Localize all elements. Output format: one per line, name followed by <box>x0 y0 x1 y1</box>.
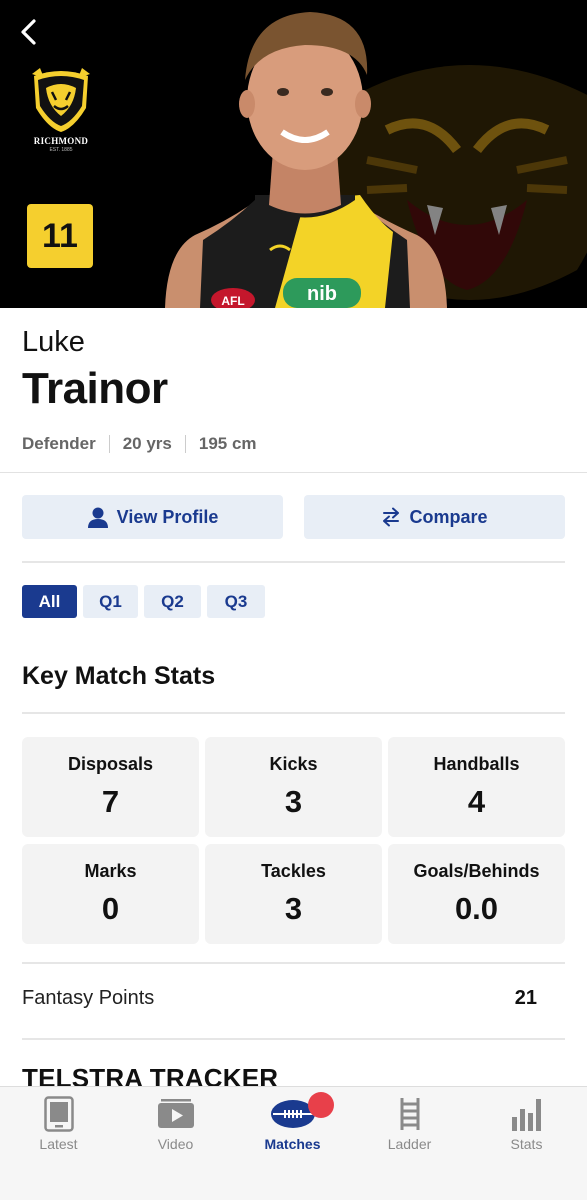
tab-all[interactable]: All <box>22 585 77 618</box>
player-meta: Defender 20 yrs 195 cm <box>22 434 257 454</box>
tablet-icon <box>43 1096 74 1132</box>
nav-label: Latest <box>39 1136 78 1152</box>
bar-chart-icon <box>511 1099 541 1131</box>
stat-card-disposals: Disposals 7 <box>22 737 199 837</box>
player-first-name: Luke <box>22 326 85 358</box>
person-icon <box>87 507 108 528</box>
stat-value: 7 <box>101 784 120 819</box>
compare-label: Compare <box>409 506 488 527</box>
meta-separator <box>108 435 110 453</box>
stat-label: Kicks <box>269 754 318 774</box>
player-age: 20 yrs <box>122 434 172 453</box>
swap-arrows-icon <box>383 507 400 527</box>
nav-latest[interactable]: Latest <box>0 1087 117 1167</box>
tab-q2[interactable]: Q2 <box>144 585 201 618</box>
compare-button[interactable]: Compare <box>304 495 565 539</box>
divider <box>22 1038 565 1040</box>
stat-label: Handballs <box>433 754 520 774</box>
divider <box>22 962 565 964</box>
afl-badge: AFL <box>221 294 244 308</box>
nav-label: Matches <box>264 1136 321 1152</box>
nav-label: Stats <box>510 1136 543 1152</box>
player-last-name: Trainor <box>22 364 168 413</box>
tiger-crest-icon <box>32 68 90 132</box>
stat-value: 3 <box>284 891 303 926</box>
tab-q3[interactable]: Q3 <box>207 585 265 618</box>
back-button[interactable] <box>12 14 44 50</box>
club-established: EST. 1885 <box>49 147 73 153</box>
divider <box>22 561 565 563</box>
player-height: 195 cm <box>198 434 257 453</box>
stat-label: Goals/Behinds <box>413 861 540 881</box>
stat-value: 0 <box>101 891 120 926</box>
stat-card-tackles: Tackles 3 <box>205 844 382 944</box>
jersey-number-badge: 11 <box>27 204 93 268</box>
nav-ladder[interactable]: Ladder <box>351 1087 468 1167</box>
stat-label: Tackles <box>261 861 326 881</box>
tab-q1[interactable]: Q1 <box>83 585 138 618</box>
nav-matches[interactable]: Matches <box>234 1087 351 1167</box>
club-logo: RICHMOND EST. 1885 <box>26 66 96 156</box>
player-position: Defender <box>22 434 96 453</box>
nav-label: Video <box>157 1136 194 1152</box>
stat-value: 3 <box>284 784 303 819</box>
stat-label: Disposals <box>67 754 154 774</box>
meta-separator <box>184 435 186 453</box>
nav-video[interactable]: Video <box>117 1087 234 1167</box>
stat-card-goals-behinds: Goals/Behinds 0.0 <box>388 844 565 944</box>
view-profile-label: View Profile <box>116 506 219 527</box>
key-match-stats-title: Key Match Stats <box>22 662 216 690</box>
play-icon <box>157 1099 194 1128</box>
stat-value: 4 <box>467 784 486 819</box>
notification-badge <box>308 1092 334 1118</box>
sponsor-logo: nib <box>307 283 337 305</box>
divider <box>22 712 565 714</box>
stat-value: 0.0 <box>454 891 499 926</box>
stat-label: Marks <box>84 861 137 881</box>
nav-stats[interactable]: Stats <box>468 1087 585 1167</box>
ladder-icon <box>400 1098 419 1130</box>
divider <box>0 472 587 473</box>
club-name: RICHMOND <box>33 136 89 146</box>
chevron-left-icon <box>21 19 36 45</box>
player-photo: nib AFL <box>155 0 455 308</box>
bottom-navigation: Latest Video Matches Ladder Stats <box>0 1086 587 1200</box>
fantasy-points-label: Fantasy Points <box>22 987 155 1009</box>
fantasy-points-value: 21 <box>514 987 537 1009</box>
view-profile-button[interactable]: View Profile <box>22 495 283 539</box>
player-hero: nib AFL RICHMOND EST. 1885 11 <box>0 0 587 308</box>
nav-label: Ladder <box>387 1136 432 1152</box>
stat-card-handballs: Handballs 4 <box>388 737 565 837</box>
stat-card-kicks: Kicks 3 <box>205 737 382 837</box>
stat-card-marks: Marks 0 <box>22 844 199 944</box>
